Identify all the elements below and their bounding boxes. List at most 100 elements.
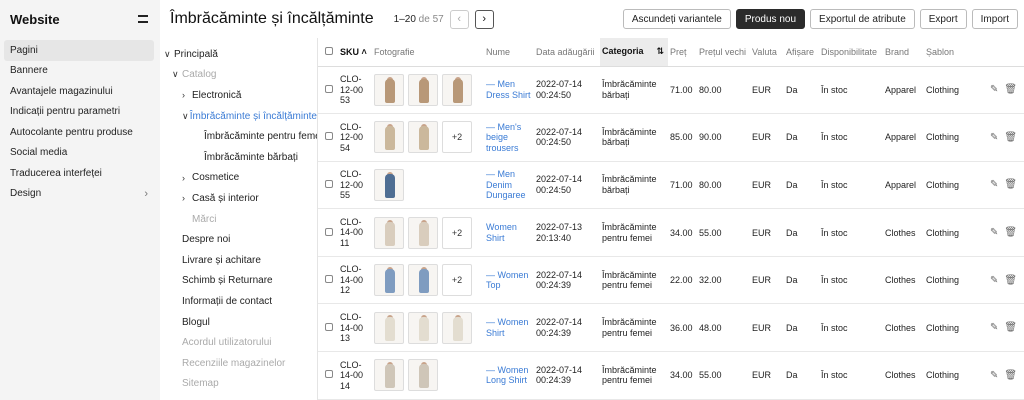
trash-icon[interactable]: 🗑 <box>1004 370 1017 381</box>
tree-node[interactable]: ∨ Îmbrăcăminte și încălțăminte <box>160 106 317 127</box>
nav-item-7[interactable]: Design › <box>0 184 160 205</box>
col-category[interactable]: Categoria ⇅ <box>600 38 668 67</box>
trash-icon[interactable]: 🗑 <box>1004 322 1017 333</box>
nav-item-1[interactable]: Bannere <box>0 61 160 82</box>
trash-icon[interactable]: 🗑 <box>1004 227 1017 238</box>
table-row[interactable]: CLO-12-0053 — Men Dress Shirt 2022-07-14 00… <box>318 66 1024 115</box>
name-cell[interactable]: Women Shirt <box>484 208 534 257</box>
name-cell[interactable]: — Men Dress Shirt <box>484 66 534 115</box>
tree-node[interactable]: Recenziile magazinelor <box>160 353 317 374</box>
tree-node[interactable]: › Electronică <box>160 85 317 106</box>
trash-icon[interactable]: 🗑 <box>1004 84 1017 95</box>
product-thumbnail[interactable] <box>374 216 404 249</box>
col-name[interactable]: Nume <box>484 38 534 67</box>
pencil-icon[interactable]: ✎ <box>990 132 998 143</box>
table-row[interactable]: CLO-12-0055 — Men Denim Dungaree 2022-07-1… <box>318 161 1024 210</box>
name-cell[interactable]: — Women Long Shirt <box>484 351 534 400</box>
tree-node[interactable]: Îmbrăcăminte pentru femei <box>160 126 317 147</box>
chevron-left-icon[interactable]: ‹ <box>449 9 469 29</box>
name-cell[interactable]: — Women Top <box>484 256 534 305</box>
nav-item-4[interactable]: Autocolante pentru produse <box>0 122 160 143</box>
product-name-link[interactable]: — Women Shirt <box>486 317 534 338</box>
product-thumbnail[interactable] <box>408 216 438 249</box>
product-thumbnail[interactable] <box>408 359 438 392</box>
pencil-icon[interactable]: ✎ <box>990 84 998 95</box>
pencil-icon[interactable]: ✎ <box>990 179 998 190</box>
product-name-link[interactable]: — Women Top <box>486 270 534 291</box>
chevron-right-icon[interactable]: › <box>182 193 192 203</box>
trash-icon[interactable]: 🗑 <box>1004 132 1017 143</box>
tree-node[interactable]: Mărci <box>160 209 317 230</box>
table-row[interactable]: CLO-14-0012 +2 — Women Top 2022-07-14 00:24:… <box>318 256 1024 305</box>
col-brand[interactable]: Brand <box>883 38 924 67</box>
row-checkbox[interactable] <box>325 84 333 93</box>
nav-item-6[interactable]: Traducerea interfeței <box>0 163 160 184</box>
product-name-link[interactable]: Women Shirt <box>486 222 534 243</box>
col-old-price[interactable]: Prețul vechi <box>697 38 750 67</box>
row-checkbox[interactable] <box>325 132 333 141</box>
export-button[interactable]: Export <box>919 9 967 29</box>
tree-node[interactable]: Sitemap <box>160 374 317 395</box>
tree-node[interactable]: Schimb și Returnare <box>160 271 317 292</box>
table-row[interactable]: CLO-14-0014 — Women Long Shirt 2022-07-14 0… <box>318 351 1024 400</box>
import-button[interactable]: Import <box>971 9 1018 29</box>
trash-icon[interactable]: 🗑 <box>1004 179 1017 190</box>
col-date[interactable]: Data adăugării <box>534 38 600 67</box>
tree-node[interactable]: › Casă și interior <box>160 188 317 209</box>
product-thumbnail[interactable] <box>442 311 472 344</box>
select-all-checkbox[interactable] <box>325 46 333 55</box>
product-thumbnail[interactable] <box>374 121 404 154</box>
product-thumbnail[interactable] <box>442 73 472 106</box>
row-checkbox[interactable] <box>325 370 333 379</box>
nav-item-5[interactable]: Social media <box>0 143 160 164</box>
product-thumbnail[interactable] <box>374 311 404 344</box>
more-photos-badge[interactable]: +2 <box>442 264 472 297</box>
tree-node[interactable]: ∨ Principală <box>160 44 317 65</box>
new-product-button[interactable]: Produs nou <box>735 9 806 29</box>
product-thumbnail[interactable] <box>374 168 404 201</box>
col-currency[interactable]: Valuta <box>750 38 784 67</box>
export-attributes-button[interactable]: Exportul de atribute <box>810 9 915 29</box>
name-cell[interactable]: — Women Shirt <box>484 303 534 353</box>
product-thumbnail[interactable] <box>374 359 404 392</box>
col-sku[interactable]: SKU ˄ <box>338 38 372 67</box>
product-name-link[interactable]: — Men's beige trousers <box>486 122 534 154</box>
tree-node[interactable]: Blogul <box>160 312 317 333</box>
name-cell[interactable]: — Men's beige trousers <box>484 113 534 162</box>
row-checkbox[interactable] <box>325 275 333 284</box>
table-row[interactable]: CLO-14-0011 +2 Women Shirt 2022-07-13 20:13:… <box>318 208 1024 257</box>
product-thumbnail[interactable] <box>408 311 438 344</box>
table-row[interactable]: CLO-14-0013 — Women Shirt 2022-07-14 00:24:… <box>318 303 1024 353</box>
tree-node[interactable]: Despre noi <box>160 229 317 250</box>
trash-icon[interactable]: 🗑 <box>1004 275 1017 286</box>
product-thumbnail[interactable] <box>374 73 404 106</box>
product-name-link[interactable]: — Men Denim Dungaree <box>486 169 534 201</box>
row-checkbox[interactable] <box>325 179 333 188</box>
chevron-down-icon[interactable]: ∨ <box>164 49 174 60</box>
tree-node[interactable]: Îmbrăcăminte bărbați <box>160 147 317 168</box>
col-template[interactable]: Șablon <box>924 38 988 67</box>
pencil-icon[interactable]: ✎ <box>990 370 998 381</box>
menu-icon[interactable] <box>138 15 148 23</box>
tree-node[interactable]: ∨ Catalog <box>160 65 317 86</box>
col-availability[interactable]: Disponibilitate <box>819 38 883 67</box>
more-photos-badge[interactable]: +2 <box>442 216 472 249</box>
product-thumbnail[interactable] <box>374 264 404 297</box>
more-photos-badge[interactable]: +2 <box>442 121 472 154</box>
name-cell[interactable]: — Men Denim Dungaree <box>484 161 534 210</box>
chevron-right-icon[interactable]: › <box>182 173 192 183</box>
chevron-down-icon[interactable]: ∨ <box>182 111 190 122</box>
product-name-link[interactable]: — Women Long Shirt <box>486 365 534 386</box>
nav-item-0[interactable]: Pagini <box>4 40 154 61</box>
hide-variants-button[interactable]: Ascundeți variantele <box>622 9 731 29</box>
product-name-link[interactable]: — Men Dress Shirt <box>486 79 534 100</box>
product-thumbnail[interactable] <box>408 121 438 154</box>
tree-node[interactable]: › Cosmetice <box>160 168 317 189</box>
tree-node[interactable]: Acordul utilizatorului <box>160 332 317 353</box>
chevron-right-icon[interactable]: › <box>474 9 494 29</box>
tree-node[interactable]: Livrare și achitare <box>160 250 317 271</box>
tree-node[interactable]: Informații de contact <box>160 291 317 312</box>
pencil-icon[interactable]: ✎ <box>990 227 998 238</box>
col-price[interactable]: Preț <box>668 38 697 67</box>
chevron-right-icon[interactable]: › <box>182 90 192 100</box>
